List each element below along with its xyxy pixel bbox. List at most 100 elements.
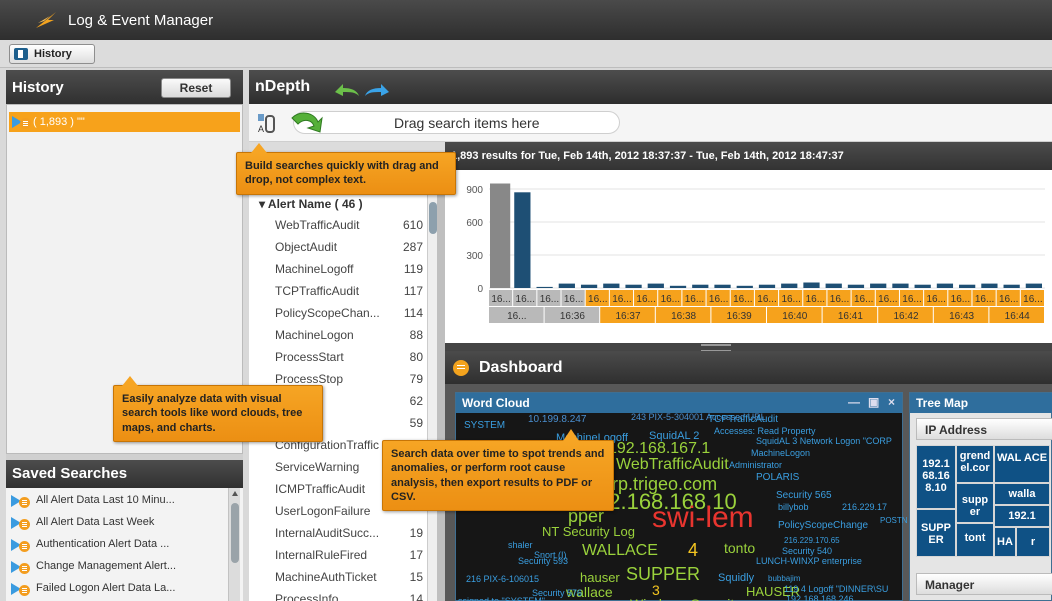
word-cloud-term[interactable]: Administrator	[729, 461, 782, 470]
back-arrow-icon[interactable]	[333, 82, 361, 98]
alert-row[interactable]: MachineAuthTicket 15	[275, 568, 423, 588]
history-toggle-button[interactable]: History	[9, 44, 95, 64]
tree-map-cell[interactable]: SUPP ER	[916, 509, 956, 557]
alert-row[interactable]: InternalAuditSucc... 19	[275, 524, 423, 544]
tree-map-cell[interactable]: HA	[994, 527, 1016, 557]
word-cloud-term[interactable]: Security 565	[776, 491, 832, 501]
word-cloud-term[interactable]: shaler	[508, 541, 533, 550]
scroll-up-icon[interactable]	[232, 491, 238, 496]
histogram-svg: 0 300 600 900 16... 16... 16... 16... 16... 16...…	[466, 183, 1045, 323]
alert-row[interactable]: WebTrafficAudit 610	[275, 216, 423, 236]
alert-row[interactable]: ObjectAudit 287	[275, 238, 423, 258]
alert-row[interactable]: ProcessInfo 14	[275, 590, 423, 601]
tree-map-footer-header[interactable]: Manager	[916, 573, 1052, 595]
alert-list-scrollbar[interactable]	[427, 190, 437, 601]
reset-button[interactable]: Reset	[161, 78, 231, 98]
history-item[interactable]: ( 1,893 ) ""	[9, 112, 240, 132]
alert-row[interactable]: MachineLogoff 119	[275, 260, 423, 280]
search-builder-bar: A Drag search items here	[249, 104, 1052, 142]
maximize-icon[interactable]: ▣	[868, 395, 879, 409]
close-icon[interactable]: ×	[888, 395, 895, 409]
alert-row-count: 114	[403, 306, 423, 320]
word-cloud-term[interactable]: 192.168.167.1	[608, 441, 710, 457]
alert-row-count: 287	[402, 240, 423, 254]
alert-row[interactable]: TCPTrafficAudit 117	[275, 282, 423, 302]
word-cloud-term[interactable]: PolicyScopeChange	[778, 521, 868, 531]
search-query-icon	[11, 516, 31, 530]
word-cloud-term[interactable]: SUPPER	[626, 565, 700, 583]
word-cloud-term[interactable]: MachineLogon	[751, 449, 810, 458]
search-query-icon	[12, 115, 32, 129]
word-cloud-term[interactable]: POLARIS	[756, 473, 799, 483]
text-mode-icon[interactable]: A	[257, 112, 275, 134]
saved-search-item[interactable]: Failed Logon Alert Data La...	[6, 578, 228, 599]
forward-arrow-icon[interactable]	[363, 82, 391, 98]
tree-map-cell[interactable]: 192.1	[994, 505, 1050, 527]
search-drop-zone[interactable]: Drag search items here	[293, 111, 620, 134]
alert-row[interactable]: MachineLogon 88	[275, 326, 423, 346]
word-cloud-term[interactable]: SquidAL 3 Network Logon "CORP	[756, 437, 892, 446]
word-cloud-term[interactable]: 3	[652, 583, 660, 597]
alert-row-name: InternalAuditSucc...	[275, 526, 380, 540]
saved-search-item[interactable]: Authentication Alert Data ...	[6, 534, 228, 555]
word-cloud-term[interactable]: 119 4 Logoff "DINNER\SU	[784, 585, 888, 594]
word-cloud-term[interactable]: LUNCH-WINXP enterprise	[756, 557, 862, 566]
alert-row[interactable]: InternalRuleFired 17	[275, 546, 423, 566]
ndepth-header: nDepth	[249, 70, 1052, 104]
word-cloud-term[interactable]: SYSTEM	[464, 421, 505, 431]
histogram-bar	[692, 284, 709, 288]
word-cloud-term[interactable]: WALLACE	[582, 543, 658, 559]
time-axis-tick: 16:42	[893, 311, 918, 322]
alert-row[interactable]: ProcessStart 80	[275, 348, 423, 368]
time-axis-tick: 16...	[902, 294, 921, 305]
word-cloud-term[interactable]: 216.229.170.65	[784, 537, 840, 545]
word-cloud-term[interactable]: ssigned to "SYSTEM"	[458, 597, 545, 601]
y-tick-label: 300	[466, 251, 483, 262]
saved-search-item[interactable]: All Alert Data Last Week	[6, 512, 228, 533]
alert-group-header[interactable]: ▾ Alert Name ( 46 )	[259, 197, 363, 211]
histogram-bar	[914, 284, 931, 288]
saved-searches-scrollbar[interactable]	[228, 488, 240, 601]
histogram-bar	[781, 283, 798, 288]
tree-map-cell[interactable]: tont	[956, 523, 994, 557]
time-axis-tick: 16:37	[615, 311, 640, 322]
tree-map-cell[interactable]: walla	[994, 483, 1050, 505]
run-search-icon[interactable]	[286, 108, 326, 138]
tree-map-cell[interactable]: 192.1 68.16 8.10	[916, 445, 956, 509]
scrollbar-thumb[interactable]	[231, 503, 239, 563]
word-cloud-term[interactable]: NT Security Log	[542, 525, 635, 538]
word-cloud-term[interactable]: 216 PIX-6-106015	[466, 575, 539, 584]
chart-splitter[interactable]	[445, 343, 1052, 352]
word-cloud-term[interactable]: WebTrafficAudit	[616, 457, 729, 473]
scrollbar-thumb[interactable]	[429, 202, 437, 234]
word-cloud-term[interactable]: Security 593	[518, 557, 568, 566]
word-cloud-term[interactable]: 216.229.17	[842, 503, 887, 512]
tree-map-cell[interactable]: supp er	[956, 483, 994, 523]
word-cloud-term[interactable]: 10.199.8.247	[528, 415, 586, 425]
word-cloud-term[interactable]: hauser	[580, 571, 620, 584]
word-cloud-term[interactable]: Squidly	[718, 573, 754, 584]
minimize-icon[interactable]: —	[848, 395, 860, 409]
tree-map-group-header[interactable]: IP Address	[916, 418, 1052, 440]
alert-row-name: MachineAuthTicket	[275, 570, 377, 584]
vertical-splitter[interactable]	[437, 170, 445, 601]
word-cloud-term[interactable]: Windows Security	[630, 597, 741, 601]
word-cloud-term[interactable]: 192.168.168.246	[786, 595, 854, 601]
tree-map-cell[interactable]: grend el.cor	[956, 445, 994, 483]
word-cloud-term[interactable]: Security 540	[782, 547, 832, 556]
word-cloud-term[interactable]: Accesses: Read Property	[714, 427, 816, 436]
tree-map-cell[interactable]: WAL ACE	[994, 445, 1050, 483]
saved-search-item[interactable]: All Alert Data Last 10 Minu...	[6, 490, 228, 511]
alert-row[interactable]: PolicyScopeChan... 114	[275, 304, 423, 324]
alert-row-name: WebTrafficAudit	[275, 218, 360, 232]
word-cloud-term[interactable]: 4	[688, 541, 698, 559]
tree-map-cell[interactable]: r	[1016, 527, 1050, 557]
tree-map-header: Tree Map	[910, 393, 1052, 413]
word-cloud-term[interactable]: bubbajim	[768, 575, 800, 583]
word-cloud-term[interactable]: swi-lem	[652, 503, 754, 533]
word-cloud-term[interactable]: tonto	[724, 541, 755, 555]
time-axis-tick: 16...	[612, 294, 631, 305]
word-cloud-term[interactable]: billybob	[778, 503, 809, 512]
saved-search-item[interactable]: Change Management Alert...	[6, 556, 228, 577]
word-cloud-term[interactable]: TCPTrafficAudit	[708, 415, 778, 425]
